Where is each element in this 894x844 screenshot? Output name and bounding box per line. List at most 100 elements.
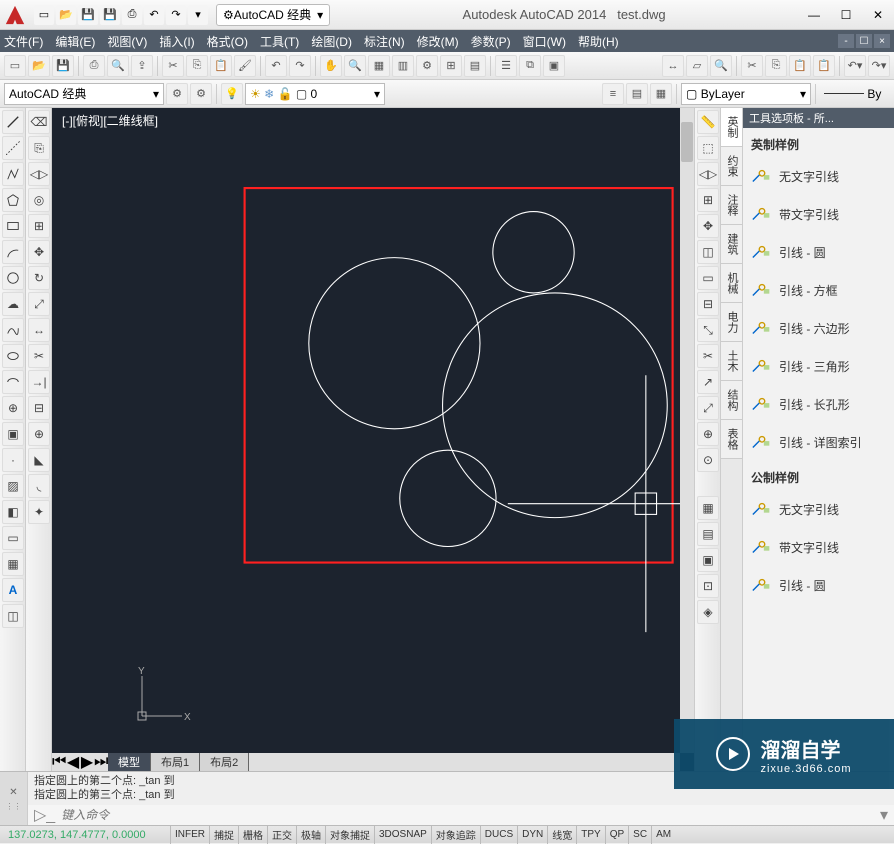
menu-insert[interactable]: 插入(I)	[159, 33, 194, 50]
fillet-icon[interactable]: ◟	[28, 474, 50, 498]
maximize-button[interactable]: ☐	[830, 1, 862, 29]
tool-icon[interactable]: ⚙	[416, 55, 438, 77]
ellipsearc-icon[interactable]	[2, 370, 24, 394]
qat-undo-icon[interactable]: ↶	[144, 5, 164, 25]
lineweight-selector[interactable]: By	[820, 83, 890, 105]
mtext-icon[interactable]: A	[2, 578, 24, 602]
palette-item[interactable]: 带文字引线	[743, 195, 894, 233]
linetype-selector[interactable]: ▢ ByLayer▾	[681, 83, 811, 105]
vtab-table[interactable]: 表格	[721, 420, 742, 459]
status-toggle-栅格[interactable]: 栅格	[238, 826, 267, 844]
layers-icon[interactable]: ≡	[602, 83, 624, 105]
table-icon[interactable]: ▦	[2, 552, 24, 576]
join-icon[interactable]: ⊕	[28, 422, 50, 446]
mdi-minimize-button[interactable]: -	[838, 34, 854, 48]
workspace-settings-icon[interactable]: ⚙	[166, 83, 188, 105]
cut-icon[interactable]: ✂	[162, 55, 184, 77]
status-toggle-ducs[interactable]: DUCS	[480, 826, 517, 844]
menu-file[interactable]: 文件(F)	[4, 33, 43, 50]
array-icon[interactable]: ⊞	[28, 214, 50, 238]
dim12-icon[interactable]: ⊡	[697, 574, 719, 598]
status-toggle-线宽[interactable]: 线宽	[547, 826, 576, 844]
status-toggle-对象捕捉[interactable]: 对象捕捉	[325, 826, 374, 844]
palette-item[interactable]: 引线 - 圆	[743, 233, 894, 271]
palette-item[interactable]: 无文字引线	[743, 490, 894, 528]
tool3-icon[interactable]: ▤	[464, 55, 486, 77]
status-toggle-tpy[interactable]: TPY	[576, 826, 604, 844]
layer-selector[interactable]: ☀ ❄ 🔓 ▢ 0▾	[245, 83, 385, 105]
mdi-restore-button[interactable]: ☐	[856, 34, 872, 48]
qat-print-icon[interactable]: ⎙	[122, 5, 142, 25]
status-toggle-正交[interactable]: 正交	[267, 826, 296, 844]
qat-save-icon[interactable]: 💾	[78, 5, 98, 25]
status-toggle-3dosnap[interactable]: 3DOSNAP	[374, 826, 431, 844]
move-icon[interactable]: ✥	[28, 240, 50, 264]
matchprop-icon[interactable]: 🖌	[234, 55, 256, 77]
wipeout-icon[interactable]: ◫	[2, 604, 24, 628]
undo-icon[interactable]: ↶	[265, 55, 287, 77]
menu-edit[interactable]: 编辑(E)	[55, 33, 95, 50]
paste-icon[interactable]: 📋	[210, 55, 232, 77]
dim10-icon[interactable]: ▤	[697, 522, 719, 546]
status-toggle-infer[interactable]: INFER	[170, 826, 209, 844]
layer-icon[interactable]: ☰	[495, 55, 517, 77]
array2-icon[interactable]: ⊞	[697, 188, 719, 212]
vtab-civil[interactable]: 土木	[721, 342, 742, 381]
menu-draw[interactable]: 绘图(D)	[311, 33, 352, 50]
area-icon[interactable]: ▱	[686, 55, 708, 77]
stretch-icon[interactable]: ↔	[28, 318, 50, 342]
vtab-imperial[interactable]: 英制	[721, 108, 742, 147]
dim6-icon[interactable]: ⤢	[697, 396, 719, 420]
sheet2-icon[interactable]: ▥	[392, 55, 414, 77]
erase-icon[interactable]: ⌫	[28, 110, 50, 134]
menu-view[interactable]: 视图(V)	[107, 33, 147, 50]
pline-icon[interactable]	[2, 162, 24, 186]
chamfer-icon[interactable]: ◣	[28, 448, 50, 472]
status-toggle-对象追踪[interactable]: 对象追踪	[431, 826, 480, 844]
palette-title[interactable]: 工具选项板 - 所...	[743, 108, 894, 128]
revcloud-icon[interactable]: ☁	[2, 292, 24, 316]
vtab-elec[interactable]: 电力	[721, 303, 742, 342]
copy2-icon[interactable]: ⎘	[765, 55, 787, 77]
vtab-arch[interactable]: 建筑	[721, 225, 742, 264]
drawing-canvas[interactable]: [-][俯视][二维线框] X Y ⏮ ◀	[52, 108, 694, 771]
menu-tools[interactable]: 工具(T)	[260, 33, 299, 50]
offset-icon[interactable]: ◎	[28, 188, 50, 212]
redo-icon[interactable]: ↷	[289, 55, 311, 77]
palette-item[interactable]: 引线 - 三角形	[743, 347, 894, 385]
zoom2-icon[interactable]: 🔍	[710, 55, 732, 77]
measure-icon[interactable]: 📏	[697, 110, 719, 134]
dwg-icon[interactable]: ▣	[543, 55, 565, 77]
dist-icon[interactable]: ↔	[662, 55, 684, 77]
dim1-icon[interactable]: ▭	[697, 266, 719, 290]
dim13-icon[interactable]: ◈	[697, 600, 719, 624]
menu-format[interactable]: 格式(O)	[207, 33, 248, 50]
vtab-annotate[interactable]: 注释	[721, 186, 742, 225]
tab-scroll-prev-icon[interactable]: ◀	[66, 752, 80, 772]
coordinates-display[interactable]: 137.0273, 147.4777, 0.0000	[0, 829, 170, 841]
workspace-selector[interactable]: AutoCAD 经典▾	[4, 83, 164, 105]
layerstate-icon[interactable]: ▤	[626, 83, 648, 105]
vtab-struct[interactable]: 结构	[721, 381, 742, 420]
dim2-icon[interactable]: ⊟	[697, 292, 719, 316]
tab-layout2[interactable]: 布局2	[200, 753, 249, 771]
menu-window[interactable]: 窗口(W)	[523, 33, 566, 50]
paste2-icon[interactable]: 📋	[789, 55, 811, 77]
status-toggle-am[interactable]: AM	[651, 826, 675, 844]
rotate-icon[interactable]: ↻	[28, 266, 50, 290]
qat-open-icon[interactable]: 📂	[56, 5, 76, 25]
point-icon[interactable]: ·	[2, 448, 24, 472]
save-icon[interactable]: 💾	[52, 55, 74, 77]
status-toggle-dyn[interactable]: DYN	[517, 826, 547, 844]
break-icon[interactable]: ⊟	[28, 396, 50, 420]
workspace-quick-selector[interactable]: ⚙ AutoCAD 经典 ▾	[216, 4, 330, 26]
ellipse-icon[interactable]	[2, 344, 24, 368]
status-toggle-sc[interactable]: SC	[628, 826, 651, 844]
insert-icon[interactable]: ⊕	[2, 396, 24, 420]
palette-item[interactable]: 引线 - 方框	[743, 271, 894, 309]
dim9-icon[interactable]: ▦	[697, 496, 719, 520]
copy-tool-icon[interactable]: ⎘	[28, 136, 50, 160]
layermgr-icon[interactable]: ▦	[650, 83, 672, 105]
status-toggle-极轴[interactable]: 极轴	[296, 826, 325, 844]
palette-item[interactable]: 引线 - 六边形	[743, 309, 894, 347]
